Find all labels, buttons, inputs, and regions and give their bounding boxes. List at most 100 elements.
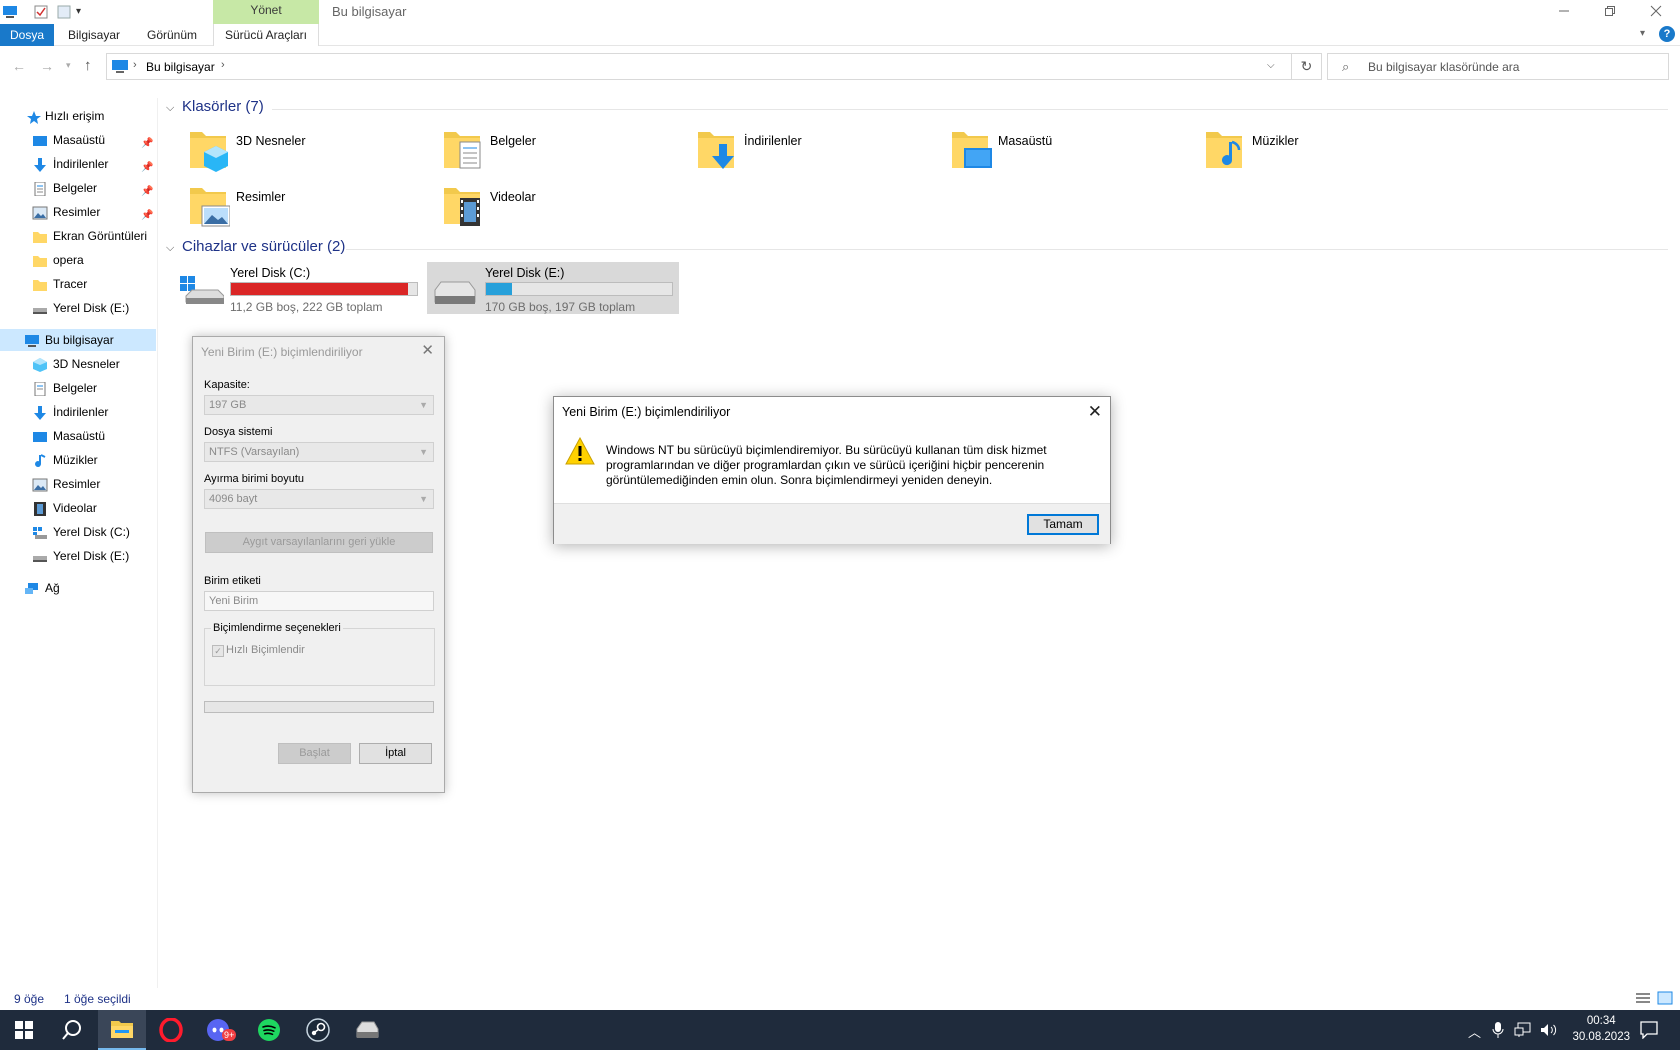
folder-belgeler[interactable]: Belgeler [424,126,664,178]
folder-resimler[interactable]: Resimler [170,182,410,234]
nav-this-pc[interactable]: Bu bilgisayar [0,329,156,351]
restore-defaults-button[interactable]: Aygıt varsayılanlarını geri yükle [205,532,433,553]
nav-quick-opera[interactable]: opera [0,249,156,271]
nav-pc-muzikler[interactable]: Müzikler [0,449,156,471]
drives-section-header[interactable]: ⌵ Cihazlar ve sürücüler (2) [166,238,345,255]
start-button[interactable]: Başlat [278,743,351,764]
message-text: Windows NT bu sürücüyü biçimlendiremiyor… [606,443,1086,488]
start-button[interactable] [0,1010,48,1050]
nav-label: Resimler [53,477,101,491]
nav-quick-ekran-goruntuleri[interactable]: Ekran Görüntüleri [0,225,156,247]
nav-pc-yerel-disk-e[interactable]: Yerel Disk (E:) [0,545,156,567]
manage-context-tab[interactable]: Yönet [213,0,319,24]
address-dropdown-chevron-icon[interactable]: ⌵ [1267,60,1275,71]
nav-pc-belgeler[interactable]: Belgeler [0,377,156,399]
nav-pc-videolar[interactable]: Videolar [0,497,156,519]
file-system-select[interactable]: NTFS (Varsayılan) ▼ [204,442,434,462]
message-line: programlarından ve diğer programlardan ç… [606,458,1045,472]
tab-dosya[interactable]: Dosya [0,24,54,46]
refresh-icon[interactable]: ↻ [1292,53,1322,80]
taskbar-clock[interactable]: 00:34 30.08.2023 [1572,1013,1630,1045]
taskbar-disk-tool[interactable] [343,1010,391,1050]
nav-quick-belgeler[interactable]: Belgeler 📌 [0,177,156,199]
breadcrumb-separator-icon[interactable]: › [221,59,225,71]
expand-ribbon-chevron-icon[interactable]: ▾ [1640,28,1645,39]
close-icon[interactable]: ✕ [421,341,434,359]
folder-videolar[interactable]: Videolar [424,182,664,234]
search-input[interactable]: ⌕ Bu bilgisayar klasöründe ara [1327,53,1669,80]
up-arrow-icon[interactable]: ↑ [84,57,92,74]
network-status-icon[interactable] [1514,1022,1532,1041]
chevron-down-icon: ▼ [419,447,428,457]
folder-icon [32,277,48,291]
folder-desktop-icon [952,132,992,168]
help-icon[interactable]: ? [1659,26,1675,42]
address-bar[interactable]: › Bu bilgisayar › ⌵ [106,53,1292,80]
nav-pc-resimler[interactable]: Resimler [0,473,156,495]
breadcrumb-bu-bilgisayar[interactable]: Bu bilgisayar [146,60,215,74]
recent-locations-chevron-icon[interactable]: ▾ [66,60,71,71]
restore-button[interactable] [1587,0,1633,22]
nav-label: Masaüstü [53,429,106,443]
show-hidden-icons-chevron-icon[interactable]: ︿ [1468,1022,1481,1041]
taskbar-steam[interactable] [294,1010,342,1050]
microphone-icon[interactable] [1492,1021,1504,1042]
drive-yerel-disk-c[interactable]: Yerel Disk (C:) 11,2 GB boş, 222 GB topl… [172,262,422,314]
nav-pc-yerel-disk-c[interactable]: Yerel Disk (C:) [0,521,156,543]
folder-3d-nesneler[interactable]: 3D Nesneler [170,126,410,178]
folder-label: Resimler [236,190,286,204]
folder-indirilenler[interactable]: İndirilenler [678,126,918,178]
nav-label: Yerel Disk (E:) [53,301,130,315]
nav-quick-masaustu[interactable]: Masaüstü 📌 [0,129,156,151]
details-view-icon[interactable] [1635,991,1651,1008]
nav-label: Resimler [53,205,101,219]
close-icon[interactable]: ✕ [1088,402,1102,422]
file-explorer-icon [111,1021,133,1038]
nav-network[interactable]: Ağ [0,577,156,599]
taskbar-discord[interactable]: 9+ [196,1010,244,1050]
customize-toolbar-chevron-icon[interactable]: ▾ [76,4,92,20]
folder-muzikler[interactable]: Müzikler [1186,126,1426,178]
volume-icon[interactable] [1539,1022,1559,1041]
properties-icon[interactable] [33,4,49,20]
quick-format-checkbox[interactable]: ✓ [212,645,224,657]
close-button[interactable] [1633,0,1679,22]
steam-icon [306,1018,330,1042]
tab-surucu-araclari[interactable]: Sürücü Araçları [213,24,319,46]
forward-arrow-icon[interactable]: → [40,58,54,74]
folders-section-header[interactable]: ⌵ Klasörler (7) [166,98,264,115]
nav-quick-access[interactable]: Hızlı erişim [0,105,156,127]
taskbar-file-explorer[interactable] [98,1010,146,1050]
clock-date: 30.08.2023 [1572,1031,1630,1043]
back-arrow-icon[interactable]: ← [12,58,26,74]
allocation-size-select[interactable]: 4096 bayt ▼ [204,489,434,509]
nav-quick-tracer[interactable]: Tracer [0,273,156,295]
new-folder-icon[interactable] [56,4,72,20]
nav-pc-indirilenler[interactable]: İndirilenler [0,401,156,423]
clock-time: 00:34 [1586,1015,1616,1027]
tab-gorunum[interactable]: Görünüm [140,24,204,46]
nav-quick-indirilenler[interactable]: İndirilenler 📌 [0,153,156,175]
folder-masaustu[interactable]: Masaüstü [932,126,1172,178]
drive-yerel-disk-e[interactable]: Yerel Disk (E:) 170 GB boş, 197 GB topla… [427,262,679,314]
ok-button[interactable]: Tamam [1027,514,1099,535]
cancel-button[interactable]: İptal [359,743,432,764]
taskbar-search-button[interactable] [48,1010,96,1050]
taskbar-opera[interactable] [147,1010,195,1050]
breadcrumb-separator-icon[interactable]: › [133,59,137,71]
collapse-chevron-icon[interactable]: ⌵ [166,242,176,255]
nav-pc-masaustu[interactable]: Masaüstü [0,425,156,447]
nav-quick-yerel-disk-e[interactable]: Yerel Disk (E:) [0,297,156,319]
capacity-select[interactable]: 197 GB ▼ [204,395,434,415]
notification-center-icon[interactable] [1640,1021,1658,1042]
collapse-chevron-icon[interactable]: ⌵ [166,102,176,115]
tab-bilgisayar[interactable]: Bilgisayar [62,24,126,46]
warning-icon [565,437,595,465]
taskbar-spotify[interactable] [245,1010,293,1050]
volume-label-input[interactable]: Yeni Birim [204,591,434,611]
minimize-button[interactable] [1541,0,1587,22]
nav-quick-resimler[interactable]: Resimler 📌 [0,201,156,223]
large-icons-view-icon[interactable] [1657,991,1673,1008]
taskbar: 9+ ︿ 00:34 30.08.2023 [0,1010,1680,1050]
nav-pc-3d-nesneler[interactable]: 3D Nesneler [0,353,156,375]
